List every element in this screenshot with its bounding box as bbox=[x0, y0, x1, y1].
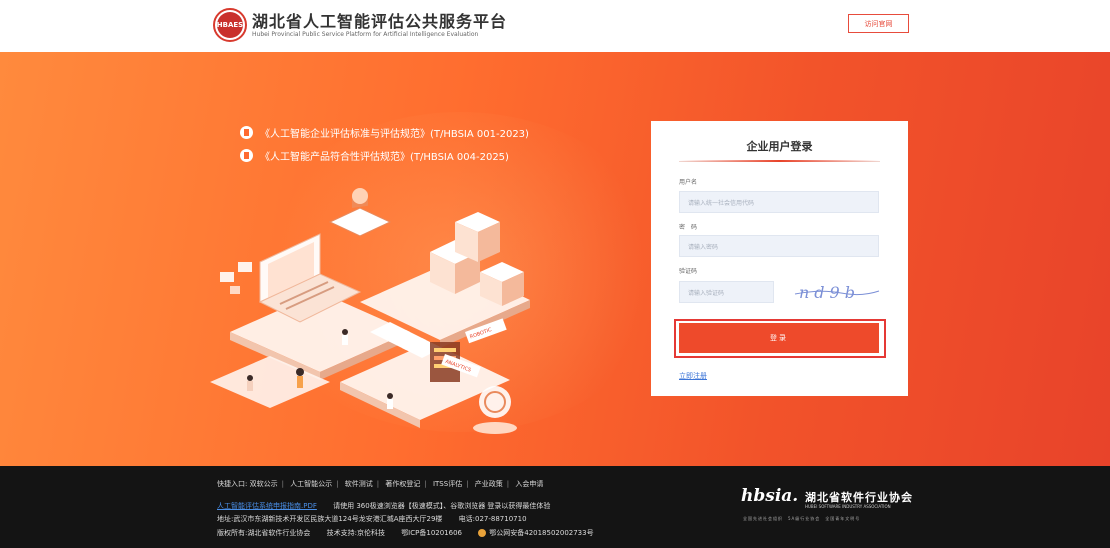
login-title: 企业用户登录 bbox=[746, 140, 813, 153]
site-subtitle: Hubei Provincial Public Service Platform… bbox=[252, 31, 479, 38]
captcha-input[interactable]: 请输入验证码 bbox=[679, 281, 774, 303]
site-header: HBAES 湖北省人工智能评估公共服务平台 Hubei Provincial P… bbox=[0, 0, 1110, 52]
quick-link-6[interactable]: 产业政策 bbox=[475, 480, 503, 488]
standard-link-1[interactable]: 《人工智能企业评估标准与评估规范》(T/HBSIA 001-2023) bbox=[240, 125, 529, 140]
police-badge-icon bbox=[478, 529, 487, 537]
association-logo: hbsia. 湖北省软件行业协会 HUBEI SOFTWARE INDUSTRY… bbox=[741, 486, 921, 526]
captcha-label: 验证码 bbox=[679, 268, 698, 275]
username-input[interactable]: 请输入统一社会信用代码 bbox=[679, 191, 879, 213]
browser-tip: 请使用 360极速浏览器【极速模式】、谷歌浏览器 登录以获得最佳体验 bbox=[333, 502, 551, 510]
police-record-link[interactable]: 鄂公网安备42018502002733号 bbox=[489, 529, 593, 537]
address-row: 地址:武汉市东湖新技术开发区民族大道124号龙安港汇城A座西大厅29楼 电话:0… bbox=[217, 514, 527, 524]
login-card: 企业用户登录 用户名 请输入统一社会信用代码 密 码 请输入密码 验证码 请输入… bbox=[651, 121, 908, 396]
platform-logo-icon: HBAES bbox=[213, 8, 247, 42]
password-input[interactable]: 请输入密码 bbox=[679, 235, 879, 257]
association-name: 湖北省软件行业协会 bbox=[805, 491, 913, 504]
phone-text: 电话:027-88710710 bbox=[458, 515, 527, 523]
guide-row: 人工智能评估系统申报指南.PDF 请使用 360极速浏览器【极速模式】、谷歌浏览… bbox=[217, 501, 550, 511]
quick-links-label: 快捷入口: bbox=[217, 480, 248, 488]
quick-link-5[interactable]: ITSS评估 bbox=[433, 480, 462, 488]
copyright-text: 版权所有:湖北省软件行业协会 bbox=[217, 529, 311, 537]
association-english-name: HUBEI SOFTWARE INDUSTRY ASSOCIATION bbox=[805, 504, 891, 509]
standard-link-2[interactable]: 《人工智能产品符合性评估规范》(T/HBSIA 004-2025) bbox=[240, 148, 509, 163]
login-button[interactable]: 登录 bbox=[679, 323, 879, 353]
copyright-row: 版权所有:湖北省软件行业协会 技术支持:京伦科技 鄂ICP备10201606 鄂… bbox=[217, 528, 594, 538]
quick-link-2[interactable]: 人工智能公示 bbox=[290, 480, 332, 488]
password-label: 密 码 bbox=[679, 224, 698, 231]
hbsia-logo-text: hbsia. bbox=[741, 486, 799, 506]
register-link[interactable]: 立即注册 bbox=[679, 371, 707, 381]
site-footer: 快捷入口: 双软公示 | 人工智能公示 | 软件测试 | 著作权登记 | ITSS评估 |… bbox=[0, 466, 1110, 548]
standard-title-1: 《人工智能企业评估标准与评估规范》(T/HBSIA 001-2023) bbox=[260, 129, 529, 140]
standard-title-2: 《人工智能产品符合性评估规范》(T/HBSIA 004-2025) bbox=[260, 152, 509, 163]
quick-link-4[interactable]: 著作权登记 bbox=[385, 480, 420, 488]
quick-link-3[interactable]: 软件测试 bbox=[345, 480, 373, 488]
quick-links-row: 快捷入口: 双软公示 | 人工智能公示 | 软件测试 | 著作权登记 | ITSS评估 |… bbox=[217, 480, 544, 488]
quick-link-7[interactable]: 入会申请 bbox=[515, 480, 543, 488]
title-divider bbox=[679, 160, 880, 162]
logo-badge-text: HBAES bbox=[217, 12, 243, 38]
icp-link[interactable]: 鄂ICP备10201606 bbox=[401, 529, 462, 537]
captcha-image[interactable]: nd9b bbox=[791, 281, 881, 303]
hero-banner: 《人工智能企业评估标准与评估规范》(T/HBSIA 001-2023) 《人工智… bbox=[0, 52, 1110, 466]
document-icon bbox=[240, 149, 253, 162]
document-icon bbox=[240, 126, 253, 139]
site-title: 湖北省人工智能评估公共服务平台 bbox=[252, 12, 508, 31]
visit-official-site-button[interactable]: 访问官网 bbox=[848, 14, 909, 33]
quick-link-1[interactable]: 双软公示 bbox=[250, 480, 278, 488]
guide-pdf-link[interactable]: 人工智能评估系统申报指南.PDF bbox=[217, 502, 317, 510]
address-text: 地址:武汉市东湖新技术开发区民族大道124号龙安港汇城A座西大厅29楼 bbox=[217, 515, 443, 523]
ai-isometric-illustration: ROBOTIC ANALYTICS bbox=[210, 188, 530, 434]
association-tagline: 全国先进社会组织 5A级行业协会 全国青年文明号 bbox=[743, 516, 861, 521]
tech-support-text: 技术支持:京伦科技 bbox=[326, 529, 385, 537]
username-label: 用户名 bbox=[679, 179, 698, 186]
